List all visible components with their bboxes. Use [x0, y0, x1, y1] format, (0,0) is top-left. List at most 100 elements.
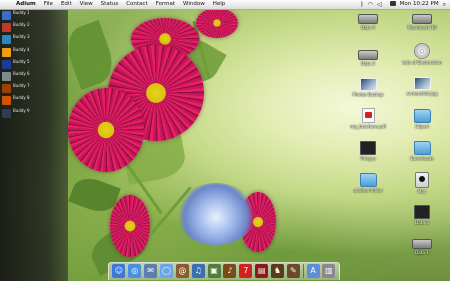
- flower: [68, 88, 144, 172]
- desktop-icon-label: screenshot.jpg: [406, 91, 438, 96]
- itunes-icon[interactable]: ♫: [191, 264, 205, 278]
- desktop-icon-label: Clipart: [415, 124, 429, 129]
- menu-format[interactable]: Format: [152, 0, 179, 9]
- buddy-avatar: [2, 71, 11, 81]
- buddy-row[interactable]: Buddy 3: [0, 34, 68, 46]
- folder-icon: [359, 173, 377, 187]
- desktop-icon[interactable]: Data 2: [348, 50, 388, 66]
- trash-icon[interactable]: ▥: [322, 264, 336, 278]
- desktop-icon[interactable]: Lots of Destruction: [402, 43, 442, 65]
- buddy-row[interactable]: Buddy 9: [0, 108, 68, 120]
- battery-icon[interactable]: [386, 0, 396, 9]
- hard-drive-icon: [358, 14, 378, 24]
- buddy-avatar: [2, 108, 11, 118]
- buddy-avatar: [2, 11, 11, 20]
- buddy-name: Buddy 6: [13, 70, 30, 76]
- menu-view[interactable]: View: [76, 0, 97, 9]
- buddy-row[interactable]: Buddy 7: [0, 83, 68, 95]
- desktop-icon-label: Photos Backup: [352, 92, 384, 97]
- buddy-row[interactable]: Buddy 1: [0, 10, 68, 22]
- desktop-icon-label: Data 3: [415, 220, 429, 225]
- buddy-avatar: [2, 35, 11, 45]
- desktop-icon[interactable]: Data 3: [402, 205, 442, 225]
- iphoto-icon[interactable]: ▣: [207, 264, 221, 278]
- desktop-icon[interactable]: Downloads: [402, 141, 442, 161]
- document-icon: [414, 205, 430, 219]
- menu-bar: Adium File Edit View Status Contact Form…: [0, 0, 450, 10]
- garageband-icon[interactable]: ♪: [223, 264, 237, 278]
- buddy-row[interactable]: Buddy 2: [0, 22, 68, 34]
- spotlight-icon[interactable]: ⌕: [443, 0, 446, 9]
- hard-drive-icon: [412, 14, 432, 24]
- flower: [110, 195, 150, 257]
- buddy-row[interactable]: Buddy 4: [0, 47, 68, 59]
- menu-help[interactable]: Help: [209, 0, 230, 9]
- buddy-row[interactable]: Buddy 6: [0, 71, 68, 83]
- desktop-icon-label: Macintosh HD: [407, 25, 437, 30]
- ical-icon[interactable]: 7: [239, 264, 253, 278]
- menu-edit[interactable]: Edit: [57, 0, 76, 9]
- desktop-icon[interactable]: mp_brochure.pdf: [348, 108, 388, 129]
- flower: [176, 183, 256, 245]
- desktop-icon-label: mp_brochure.pdf: [350, 124, 386, 129]
- dock: ☺ ◎ ✉ ◯ @ ♫ ▣ ♪ 7 ▤ ♞ ✎ A ▥: [108, 262, 340, 280]
- folder-icon: [413, 109, 431, 123]
- bluetooth-icon[interactable]: ᛒ: [360, 0, 364, 9]
- menu-app-name[interactable]: Adium: [12, 0, 40, 9]
- buddy-name: Buddy 7: [13, 83, 30, 89]
- desktop-icon[interactable]: screenshot.jpg: [402, 77, 442, 96]
- buddy-name: Buddy 2: [13, 22, 30, 28]
- desktop-icon-label: Downloads: [410, 156, 434, 161]
- chess-icon[interactable]: ♞: [271, 264, 285, 278]
- volume-icon[interactable]: ◁: [377, 0, 382, 9]
- desktop-icon-label: untitled folder: [353, 188, 383, 193]
- menubar-clock[interactable]: Mon 10:22 PM: [400, 0, 439, 9]
- desktop-icon[interactable]: Photos Backup: [348, 78, 388, 97]
- wifi-icon[interactable]: ◠: [368, 0, 373, 9]
- disc-icon: [414, 43, 430, 59]
- desktop-icon[interactable]: Tintype: [348, 141, 388, 161]
- buddy-row[interactable]: Buddy 8: [0, 95, 68, 107]
- desktop-icon-label: Data 1: [415, 250, 429, 255]
- desktop-icon-label: Data 2: [361, 61, 375, 66]
- buddy-row[interactable]: Buddy 5: [0, 59, 68, 71]
- safari-icon[interactable]: ◎: [128, 264, 142, 278]
- image-file-icon: [413, 77, 431, 90]
- desktop-icon[interactable]: Data 1: [402, 239, 442, 255]
- image-file-icon: [359, 78, 377, 91]
- buddy-name: Buddy 4: [13, 46, 30, 52]
- desktop-icon-label: Mac: [417, 189, 427, 194]
- document-icon: [360, 141, 376, 155]
- preview-icon[interactable]: ✎: [286, 264, 300, 278]
- folder-icon: [413, 141, 431, 155]
- desktop-icon-label: Tintype: [360, 156, 376, 161]
- buddy-avatar: [2, 47, 11, 57]
- finder-icon[interactable]: ☺: [112, 264, 126, 278]
- buddy-name: Buddy 5: [13, 58, 30, 64]
- desktop-icon[interactable]: untitled folder: [348, 173, 388, 193]
- menu-file[interactable]: File: [40, 0, 57, 9]
- buddy-avatar: [2, 96, 11, 106]
- desktop-icon[interactable]: Clipart: [402, 109, 442, 129]
- hard-drive-icon: [358, 50, 378, 60]
- desktop-icon[interactable]: Mac: [402, 172, 442, 194]
- hard-drive-icon: [412, 239, 432, 249]
- buddy-avatar: [2, 23, 11, 33]
- buddy-avatar: [2, 84, 11, 94]
- applications-folder-icon[interactable]: A: [306, 264, 320, 278]
- desktop-icon[interactable]: Macintosh HD: [402, 14, 442, 30]
- pdf-file-icon: [361, 108, 375, 123]
- dictionary-icon[interactable]: ▤: [255, 264, 269, 278]
- menu-window[interactable]: Window: [179, 0, 209, 9]
- buddy-name: Buddy 1: [13, 10, 30, 15]
- address-book-icon[interactable]: @: [175, 264, 189, 278]
- buddy-avatar: [2, 59, 11, 69]
- mail-icon[interactable]: ✉: [144, 264, 158, 278]
- desktop-icon[interactable]: Data 4: [348, 14, 388, 30]
- buddy-name: Buddy 8: [13, 95, 30, 101]
- menu-extras: ᛒ ◠ ◁ Mon 10:22 PM ⌕: [356, 0, 450, 9]
- menu-status[interactable]: Status: [97, 0, 123, 9]
- ichat-icon[interactable]: ◯: [160, 264, 173, 278]
- menu-contact[interactable]: Contact: [122, 0, 151, 9]
- desktop-icon-label: Lots of Destruction: [402, 60, 442, 65]
